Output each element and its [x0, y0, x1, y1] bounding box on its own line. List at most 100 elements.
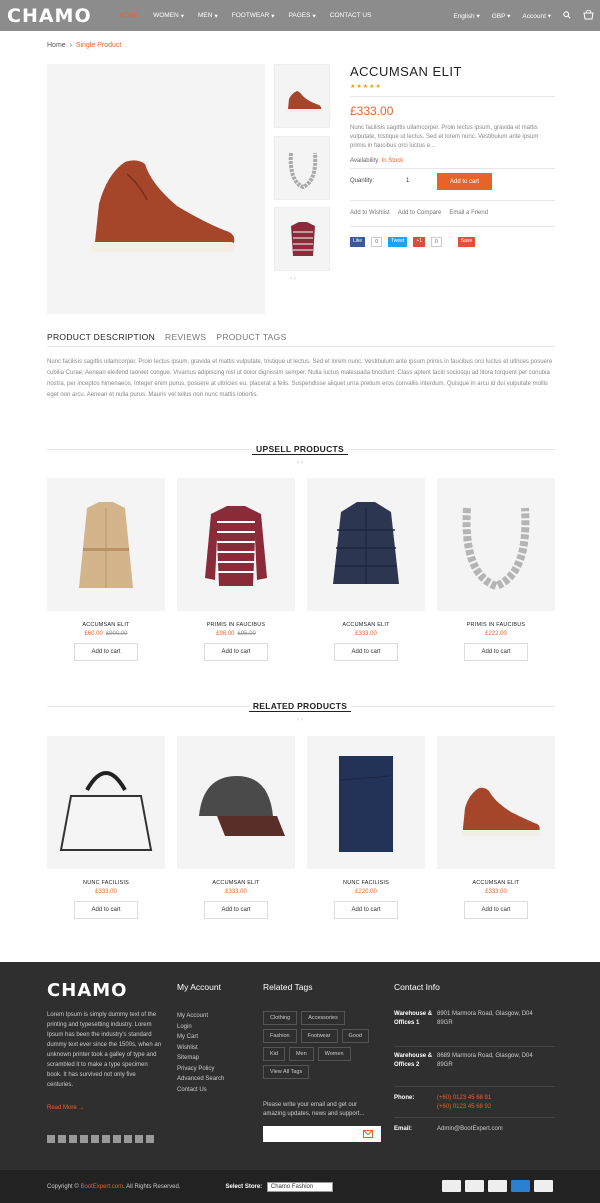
- product-image[interactable]: [47, 478, 165, 611]
- google-plus-icon[interactable]: [113, 1135, 121, 1143]
- product-name[interactable]: ACCUMSAN ELIT: [177, 880, 295, 886]
- add-to-cart-button[interactable]: Add to cart: [334, 643, 398, 661]
- add-to-cart-button[interactable]: Add to cart: [464, 643, 528, 661]
- nav-pages[interactable]: PAGES ▾: [289, 12, 316, 20]
- tag[interactable]: Women: [317, 1047, 351, 1061]
- nav-men[interactable]: MEN ▾: [198, 12, 218, 20]
- email-address[interactable]: Admin@BootExpert.com: [437, 1125, 503, 1134]
- related-card[interactable]: NUNC FACILISIS £333.00 Add to cart: [47, 736, 165, 919]
- add-to-cart-button[interactable]: Add to cart: [204, 643, 268, 661]
- tweet-button[interactable]: Tweet: [387, 237, 408, 247]
- tag[interactable]: Clothing: [263, 1011, 298, 1025]
- product-image[interactable]: [177, 478, 295, 611]
- copyright-link[interactable]: BootExpert.com: [80, 1184, 123, 1190]
- product-name[interactable]: NUNC FACILISIS: [47, 880, 165, 886]
- facebook-like-button[interactable]: Like: [350, 237, 366, 247]
- product-name[interactable]: NUNC FACILISIS: [307, 880, 425, 886]
- envelope-icon[interactable]: [363, 1130, 373, 1138]
- footer-link[interactable]: My Account: [177, 1011, 224, 1022]
- instagram-icon[interactable]: [69, 1135, 77, 1143]
- related-card[interactable]: NUNC FACILISIS £220.00 Add to cart: [307, 736, 425, 919]
- email-friend-link[interactable]: Email a Friend: [449, 210, 488, 216]
- add-to-cart-button[interactable]: Add to cart: [204, 901, 268, 919]
- related-card[interactable]: ACCUMSAN ELIT £333.00 Add to cart: [177, 736, 295, 919]
- main-product-image[interactable]: [47, 64, 265, 314]
- tag[interactable]: Fashion: [263, 1029, 297, 1043]
- rating-stars[interactable]: ★★★★★: [350, 83, 382, 90]
- search-icon[interactable]: [563, 10, 571, 21]
- tag[interactable]: Good: [341, 1029, 369, 1043]
- tab-tags[interactable]: PRODUCT TAGS: [216, 332, 286, 342]
- upsell-card[interactable]: ACCUMSAN ELIT £60.00 £900.00 Add to cart: [47, 478, 165, 661]
- footer-link[interactable]: Contact Us: [177, 1085, 224, 1096]
- product-name[interactable]: ACCUMSAN ELIT: [47, 622, 165, 628]
- newsletter-input[interactable]: [263, 1126, 381, 1142]
- related-card[interactable]: ACCUMSAN ELIT £333.00 Add to cart: [437, 736, 555, 919]
- footer-link[interactable]: Sitemap: [177, 1053, 224, 1064]
- product-image[interactable]: [307, 736, 425, 869]
- tag[interactable]: Footwear: [300, 1029, 338, 1043]
- facebook-icon[interactable]: [47, 1135, 55, 1143]
- tumblr-icon[interactable]: [135, 1135, 143, 1143]
- vimeo-icon[interactable]: [146, 1135, 154, 1143]
- thumbnail-sneaker[interactable]: [274, 64, 330, 128]
- add-to-cart-button[interactable]: Add to cart: [464, 901, 528, 919]
- store-select[interactable]: Chamo Fashion: [266, 1181, 333, 1192]
- product-image[interactable]: [437, 736, 555, 869]
- cart-icon[interactable]: [583, 9, 594, 22]
- pinterest-save-button[interactable]: Save: [457, 237, 476, 247]
- tag[interactable]: Men: [288, 1047, 314, 1061]
- product-name[interactable]: PRIMIS IN FAUCIBUS: [437, 622, 555, 628]
- footer-link[interactable]: My Cart: [177, 1032, 224, 1043]
- nav-women[interactable]: WOMEN ▾: [153, 12, 184, 20]
- pinterest-icon[interactable]: [102, 1135, 110, 1143]
- youtube-icon[interactable]: [91, 1135, 99, 1143]
- footer-link[interactable]: Advanced Search: [177, 1074, 224, 1085]
- footer-link[interactable]: Login: [177, 1022, 224, 1033]
- twitter-icon[interactable]: [58, 1135, 66, 1143]
- footer-link[interactable]: Wishlist: [177, 1043, 224, 1054]
- upsell-card[interactable]: PRIMIS IN FAUCIBUS £222.00 Add to cart: [437, 478, 555, 661]
- tag[interactable]: Accessories: [301, 1011, 345, 1025]
- nav-footwear[interactable]: FOOTWEAR ▾: [232, 12, 275, 20]
- thumbnail-shirt[interactable]: [274, 207, 330, 271]
- product-image[interactable]: [307, 478, 425, 611]
- google-plus-button[interactable]: +1: [413, 237, 426, 247]
- related-carousel-arrows[interactable]: ‹ ›: [0, 717, 600, 723]
- tag[interactable]: Kid: [263, 1047, 285, 1061]
- site-logo[interactable]: CHAMO: [7, 5, 92, 27]
- add-to-cart-button[interactable]: Add to cart: [74, 643, 138, 661]
- add-to-cart-button[interactable]: Add to cart: [437, 173, 492, 190]
- product-name[interactable]: ACCUMSAN ELIT: [307, 622, 425, 628]
- nav-contact[interactable]: CONTACT US: [330, 12, 372, 20]
- language-select[interactable]: English ▾: [453, 12, 479, 20]
- upsell-carousel-arrows[interactable]: ‹ ›: [0, 460, 600, 466]
- footer-link[interactable]: Privacy Policy: [177, 1064, 224, 1075]
- breadcrumb-home[interactable]: Home: [47, 42, 66, 49]
- add-to-cart-button[interactable]: Add to cart: [74, 901, 138, 919]
- add-to-wishlist-link[interactable]: Add to Wishlist: [350, 210, 390, 216]
- add-to-cart-button[interactable]: Add to cart: [334, 901, 398, 919]
- dribbble-icon[interactable]: [124, 1135, 132, 1143]
- product-image[interactable]: [437, 478, 555, 611]
- footer-contact-title: Contact Info: [394, 982, 440, 992]
- tag[interactable]: View All Tags: [263, 1065, 310, 1079]
- nav-home[interactable]: HOME: [120, 12, 140, 20]
- account-menu[interactable]: Account ▾: [522, 12, 551, 20]
- tab-reviews[interactable]: REVIEWS: [165, 332, 206, 342]
- add-to-compare-link[interactable]: Add to Compare: [398, 210, 442, 216]
- quantity-input[interactable]: 1: [406, 178, 409, 184]
- read-more-link[interactable]: Read More →: [47, 1105, 84, 1111]
- thumbnail-necklace[interactable]: [274, 136, 330, 200]
- thumbnail-nav-arrows[interactable]: ‹ ›: [290, 276, 296, 282]
- linkedin-icon[interactable]: [80, 1135, 88, 1143]
- upsell-card[interactable]: PRIMIS IN FAUCIBUS £98.00 £95.00 Add to c…: [177, 478, 295, 661]
- product-name[interactable]: ACCUMSAN ELIT: [437, 880, 555, 886]
- upsell-card[interactable]: ACCUMSAN ELIT £333.00 Add to cart: [307, 478, 425, 661]
- currency-select[interactable]: GBP ▾: [492, 12, 511, 20]
- product-name[interactable]: PRIMIS IN FAUCIBUS: [177, 622, 295, 628]
- product-image[interactable]: [47, 736, 165, 869]
- product-image[interactable]: [177, 736, 295, 869]
- footer-logo[interactable]: CHAMO: [47, 980, 127, 1001]
- tab-description[interactable]: PRODUCT DESCRIPTION: [47, 332, 155, 342]
